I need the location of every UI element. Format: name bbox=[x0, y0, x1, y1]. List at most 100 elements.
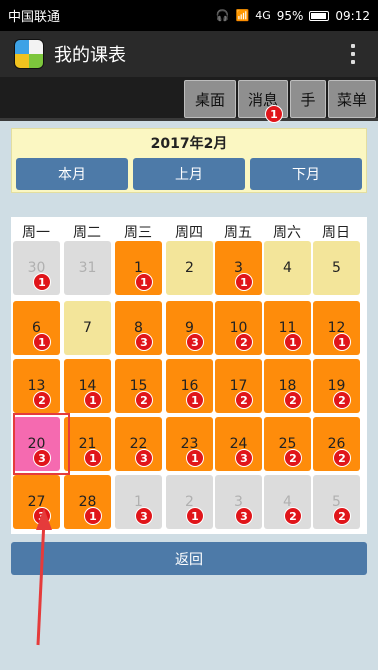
class-count-badge: 1 bbox=[235, 273, 253, 291]
calendar-day-cell[interactable]: 24 3 bbox=[215, 417, 262, 471]
class-count-badge: 2 bbox=[235, 333, 253, 351]
day-number: 5 bbox=[332, 260, 341, 276]
calendar-day-cell[interactable]: 31 bbox=[215, 241, 262, 295]
top-toolbar: 桌面 消息 1 手 菜单 bbox=[0, 77, 378, 123]
prev-month-button[interactable]: 上月 bbox=[133, 158, 245, 190]
month-title: 2017年2月 bbox=[150, 136, 228, 152]
class-count-badge: 1 bbox=[186, 449, 204, 467]
this-month-label: 本月 bbox=[58, 167, 86, 183]
calendar-day-cell[interactable]: 93 bbox=[166, 301, 213, 355]
class-count-badge: 2 bbox=[333, 449, 351, 467]
class-count-badge: 1 bbox=[284, 333, 302, 351]
class-count-badge: 1 bbox=[84, 391, 102, 409]
weekday-label: 周一 bbox=[22, 225, 50, 241]
calendar-day-cell[interactable]: 17 2 bbox=[215, 359, 262, 413]
hand-button-label: 手 bbox=[300, 90, 316, 109]
calendar-day-cell[interactable]: 18 2 bbox=[264, 359, 311, 413]
calendar-day-cell[interactable]: 28 1 bbox=[64, 475, 111, 529]
calendar-day-cell[interactable]: 5 bbox=[313, 241, 360, 295]
calendar-day-cell[interactable]: 26 2 bbox=[313, 417, 360, 471]
day-number: 7 bbox=[83, 320, 92, 336]
class-count-badge: 1 bbox=[186, 507, 204, 525]
weekday-label: 周六 bbox=[273, 225, 301, 241]
calendar-day-cell[interactable]: 22 3 bbox=[115, 417, 162, 471]
class-count-badge: 3 bbox=[135, 449, 153, 467]
app-bar: 我的课表 bbox=[0, 31, 378, 77]
class-count-badge: 1 bbox=[186, 391, 204, 409]
prev-month-label: 上月 bbox=[175, 167, 203, 183]
calendar-day-cell[interactable]: 13 bbox=[115, 475, 162, 529]
desktop-button[interactable]: 桌面 bbox=[184, 80, 236, 118]
battery-icon bbox=[309, 10, 330, 21]
calendar-day-cell[interactable]: 31 bbox=[64, 241, 111, 295]
calendar-day-cell[interactable]: 19 2 bbox=[313, 359, 360, 413]
calendar-day-cell[interactable]: 15 2 bbox=[115, 359, 162, 413]
calendar-day-cell[interactable]: 52 bbox=[313, 475, 360, 529]
app-logo-icon bbox=[14, 39, 44, 69]
class-count-badge: 3 bbox=[135, 333, 153, 351]
calendar-day-cell[interactable]: 83 bbox=[115, 301, 162, 355]
calendar-day-cell[interactable]: 42 bbox=[264, 475, 311, 529]
class-count-badge: 1 bbox=[84, 449, 102, 467]
class-count-badge: 2 bbox=[284, 449, 302, 467]
app-title: 我的课表 bbox=[54, 45, 126, 66]
calendar-day-cell[interactable]: 11 bbox=[115, 241, 162, 295]
calendar-day-cell[interactable]: 25 2 bbox=[264, 417, 311, 471]
calendar-day-cell[interactable]: 13 2 bbox=[13, 359, 60, 413]
day-number: 4 bbox=[283, 260, 292, 276]
menu-button-label: 菜单 bbox=[336, 90, 367, 109]
calendar-day-cell[interactable]: 2 bbox=[166, 241, 213, 295]
status-bar: 中国联通 🎧 📶 4G 95% 09:12 bbox=[0, 0, 378, 31]
class-count-badge: 3 bbox=[235, 507, 253, 525]
weekday-label: 周五 bbox=[224, 225, 252, 241]
calendar-day-cell[interactable]: 21 1 bbox=[64, 417, 111, 471]
next-month-label: 下月 bbox=[292, 167, 320, 183]
class-count-badge: 3 bbox=[186, 333, 204, 351]
calendar-day-cell[interactable]: 7 bbox=[64, 301, 111, 355]
network-type: 4G bbox=[255, 9, 271, 22]
wifi-icon: 📶 bbox=[235, 9, 250, 22]
class-count-badge: 1 bbox=[333, 333, 351, 351]
status-icons: 🎧 📶 4G 95% 09:12 bbox=[216, 9, 370, 23]
messages-button[interactable]: 消息 1 bbox=[238, 80, 288, 123]
calendar-day-cell[interactable]: 30 1 bbox=[13, 241, 60, 295]
class-count-badge: 1 bbox=[33, 333, 51, 351]
battery-percent: 95% bbox=[276, 8, 304, 23]
class-count-badge: 2 bbox=[333, 507, 351, 525]
desktop-button-label: 桌面 bbox=[194, 90, 225, 109]
calendar-day-cell[interactable]: 11 1 bbox=[264, 301, 311, 355]
class-count-badge: 2 bbox=[284, 391, 302, 409]
calendar-day-cell[interactable]: 23 1 bbox=[166, 417, 213, 471]
class-count-badge: 2 bbox=[135, 391, 153, 409]
calendar-day-cell[interactable]: 33 bbox=[215, 475, 262, 529]
calendar-day-cell[interactable]: 12 1 bbox=[313, 301, 360, 355]
hand-button[interactable]: 手 bbox=[290, 80, 326, 118]
calendar-day-cell[interactable]: 4 bbox=[264, 241, 311, 295]
back-button[interactable]: 返回 bbox=[11, 542, 367, 575]
calendar-day-cell[interactable]: 61 bbox=[13, 301, 60, 355]
class-count-badge: 3 bbox=[33, 507, 51, 525]
menu-button[interactable]: 菜单 bbox=[328, 80, 376, 118]
calendar-day-cell[interactable]: 10 2 bbox=[215, 301, 262, 355]
month-header: 2017年2月 本月 上月 下月 bbox=[11, 128, 367, 193]
weekday-label: 周四 bbox=[175, 225, 203, 241]
next-month-button[interactable]: 下月 bbox=[250, 158, 362, 190]
headphones-icon: 🎧 bbox=[215, 9, 230, 22]
calendar-day-cell[interactable]: 27 3 bbox=[13, 475, 60, 529]
messages-badge: 1 bbox=[265, 105, 283, 123]
today-highlight-outline bbox=[13, 413, 70, 475]
class-count-badge: 2 bbox=[33, 391, 51, 409]
this-month-button[interactable]: 本月 bbox=[16, 158, 128, 190]
class-count-badge: 2 bbox=[235, 391, 253, 409]
class-count-badge: 1 bbox=[135, 273, 153, 291]
calendar-day-cell[interactable]: 14 1 bbox=[64, 359, 111, 413]
back-button-label: 返回 bbox=[175, 551, 203, 568]
carrier-label: 中国联通 bbox=[8, 10, 61, 25]
day-number: 2 bbox=[185, 260, 194, 276]
class-count-badge: 2 bbox=[333, 391, 351, 409]
calendar-day-cell[interactable]: 21 bbox=[166, 475, 213, 529]
calendar-grid: 周一 周二 周三 周四 周五 周六 周日 30 1 31 1 1 2 3 1 4 5 6 1 7 8 3 9 3 10 2 11 1… bbox=[11, 217, 367, 534]
calendar-day-cell[interactable]: 16 1 bbox=[166, 359, 213, 413]
overflow-menu-icon[interactable] bbox=[338, 39, 368, 69]
class-count-badge: 1 bbox=[84, 507, 102, 525]
